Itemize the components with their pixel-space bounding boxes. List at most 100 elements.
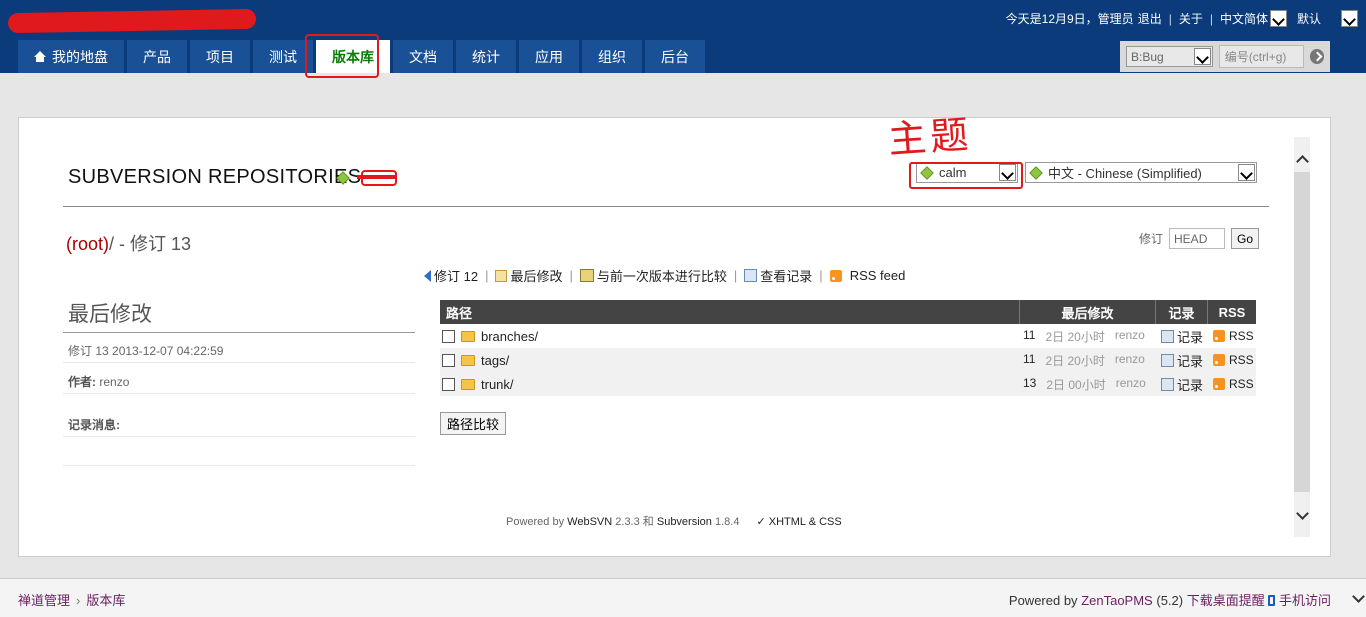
search-type-select[interactable]: B:Bug	[1126, 46, 1213, 67]
tab-test[interactable]: 测试	[253, 40, 313, 73]
redacted-logo	[7, 8, 257, 34]
tab-product[interactable]: 产品	[127, 40, 187, 73]
separator: |	[1209, 11, 1213, 26]
row-checkbox[interactable]	[442, 377, 455, 391]
rss-icon	[829, 269, 842, 282]
row-checkbox[interactable]	[442, 329, 455, 343]
folder-icon	[461, 354, 475, 366]
search-input[interactable]: 编号(ctrl+g)	[1218, 45, 1304, 68]
main-nav: 我的地盘 产品 项目 测试 版本库 文档 统计 应用 组织 后台	[18, 34, 705, 78]
rss-icon	[1213, 330, 1225, 342]
revision-info: 修订 13 2013-12-07 04:22:59	[68, 344, 224, 358]
root-link[interactable]: (root)	[66, 234, 109, 254]
divider	[63, 206, 1269, 207]
header-last-mod: 最后修改	[1020, 300, 1156, 324]
websvn-link[interactable]: WebSVN	[567, 516, 612, 528]
divider	[63, 362, 415, 363]
path-title: (root)/ - 修订 13	[66, 234, 192, 254]
repo-language-select[interactable]: 中文 - Chinese (Simplified)	[1025, 162, 1257, 183]
header-path: 路径	[440, 300, 1020, 324]
log-icon	[1161, 329, 1174, 343]
divider	[63, 332, 415, 333]
row-rss-link[interactable]: RSS	[1208, 329, 1256, 343]
header-log: 记录	[1156, 300, 1208, 324]
tab-app[interactable]: 应用	[519, 40, 579, 73]
go-button[interactable]: Go	[1231, 228, 1260, 249]
breadcrumb-current[interactable]: 版本库	[86, 593, 125, 608]
home-icon	[34, 51, 46, 62]
zentao-link[interactable]: ZenTaoPMS	[1081, 593, 1153, 608]
revision-link[interactable]: 11	[1023, 352, 1035, 369]
revision-link[interactable]: 11	[1023, 328, 1035, 345]
tab-admin[interactable]: 后台	[645, 40, 705, 73]
subversion-link[interactable]: Subversion	[657, 516, 712, 528]
rss-icon	[1213, 378, 1225, 390]
page-title: SUBVERSION REPOSITORIES	[68, 166, 362, 188]
arrow-left-icon	[424, 269, 431, 282]
row-log-link[interactable]: 记录	[1156, 375, 1208, 394]
mobile-link[interactable]: 手机访问	[1279, 593, 1331, 608]
language-select[interactable]: 中文简体	[1220, 10, 1287, 27]
table-header: 路径 最后修改 记录 RSS	[440, 300, 1256, 324]
row-log-link[interactable]: 记录	[1156, 351, 1208, 370]
folder-link[interactable]: trunk/	[481, 377, 514, 392]
row-checkbox[interactable]	[442, 353, 455, 367]
tab-doc[interactable]: 文档	[393, 40, 453, 73]
tab-repo[interactable]: 版本库	[316, 40, 390, 73]
view-log-link[interactable]: 查看记录	[744, 266, 812, 285]
divider	[63, 436, 415, 437]
folder-link[interactable]: branches/	[481, 329, 538, 344]
divider	[63, 465, 415, 466]
tab-report[interactable]: 统计	[456, 40, 516, 73]
date-text: 今天是12月9日，管理员	[1005, 12, 1134, 26]
breadcrumb-home[interactable]: 禅道管理	[18, 593, 70, 608]
tab-my[interactable]: 我的地盘	[18, 40, 124, 73]
annotation-box	[909, 162, 1023, 189]
chevron-down-icon	[1341, 10, 1358, 27]
action-bar: 修订 12 | 最后修改 | 与前一次版本进行比较 | 查看记录 | RSS f…	[424, 266, 905, 285]
row-rss-link[interactable]: RSS	[1208, 353, 1256, 367]
compare-previous-link[interactable]: 与前一次版本进行比较	[579, 266, 727, 285]
page-scroll-down-icon[interactable]	[1350, 590, 1366, 606]
tab-company[interactable]: 组织	[582, 40, 642, 73]
scroll-up-icon[interactable]	[1294, 151, 1310, 167]
log-icon	[1161, 377, 1174, 391]
author-info: 作者: renzo	[68, 375, 130, 389]
revision-link[interactable]: 13	[1023, 376, 1036, 393]
revision-form: 修订 HEAD Go	[1139, 228, 1260, 249]
scroll-down-icon[interactable]	[1294, 507, 1310, 523]
sidebar-title: 最后修改	[68, 303, 152, 326]
logout-link[interactable]: 退出	[1138, 10, 1162, 27]
zentao-footer: Powered by ZenTaoPMS (5.2) 下载桌面提醒 手机访问	[1008, 593, 1331, 608]
folder-link[interactable]: tags/	[481, 353, 509, 368]
rss-feed-link[interactable]: RSS feed	[829, 268, 905, 283]
row-rss-link[interactable]: RSS	[1208, 377, 1256, 391]
chevron-down-icon	[1269, 10, 1287, 27]
revision-input[interactable]: HEAD	[1169, 228, 1226, 249]
about-link[interactable]: 关于	[1179, 10, 1203, 27]
download-notify-link[interactable]: 下载桌面提醒	[1187, 593, 1265, 608]
last-modified-link[interactable]: 最后修改	[495, 266, 562, 285]
chevron-down-icon	[1238, 164, 1255, 181]
pencil-icon	[495, 269, 508, 282]
divider	[63, 393, 415, 394]
folder-icon	[461, 330, 475, 342]
prev-revision-link[interactable]: 修订 12	[424, 266, 478, 285]
tab-project[interactable]: 项目	[190, 40, 250, 73]
annotation-text: 主题	[886, 112, 974, 162]
quick-search: B:Bug 编号(ctrl+g)	[1120, 41, 1330, 72]
compare-paths-button[interactable]: 路径比较	[440, 412, 507, 435]
table-row: trunk/ 13 2日 00小时 renzo 记录 RSS	[440, 372, 1256, 396]
scroll-thumb[interactable]	[1294, 172, 1310, 492]
table-row: branches/ 11 2日 20小时 renzo 记录 RSS	[440, 324, 1256, 348]
separator: |	[1168, 11, 1172, 26]
go-arrow-icon[interactable]	[1309, 49, 1324, 64]
cube-icon	[1029, 165, 1043, 180]
row-log-link[interactable]: 记录	[1156, 327, 1208, 346]
validation-link[interactable]: ✓ XHTML & CSS	[757, 516, 842, 528]
theme-select-top[interactable]: 默认	[1297, 10, 1358, 27]
chevron-right-icon: ›	[76, 593, 81, 608]
redacted-mark	[357, 168, 397, 186]
rss-icon	[1213, 354, 1225, 366]
file-table: 路径 最后修改 记录 RSS branches/ 11 2日 20小时 renzo …	[440, 300, 1256, 396]
